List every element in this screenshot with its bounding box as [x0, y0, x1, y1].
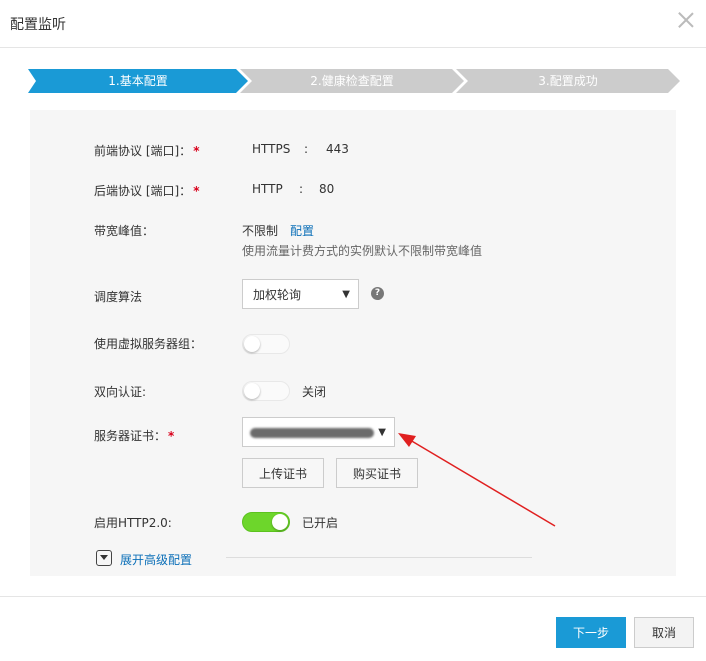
divider: [226, 557, 532, 558]
backend-port-separator: :: [299, 182, 304, 196]
cancel-button[interactable]: 取消: [634, 617, 694, 648]
dialog-title: 配置监听: [10, 17, 66, 33]
http2-label: 启用HTTP2.0:: [94, 516, 172, 530]
close-icon[interactable]: [676, 10, 696, 30]
chevron-down-icon[interactable]: [96, 550, 112, 566]
mutual-auth-label: 双向认证:: [94, 385, 147, 399]
step-2-label: 2.健康检查配置: [310, 74, 394, 88]
required-mark: *: [193, 184, 200, 198]
frontend-port-separator: :: [304, 142, 309, 156]
chevron-down-icon: ▼: [378, 427, 386, 438]
bandwidth-config-link[interactable]: 配置: [290, 222, 314, 239]
vserver-group-label: 使用虚拟服务器组：: [94, 337, 203, 351]
backend-protocol-label: 后端协议 [端口]： *: [94, 184, 200, 198]
step-1: 1.基本配置: [28, 69, 248, 93]
frontend-port-value: 443: [326, 142, 349, 156]
bandwidth-hint: 使用流量计费方式的实例默认不限制带宽峰值: [242, 244, 483, 258]
step-3: 3.配置成功: [456, 69, 680, 93]
scheduler-select[interactable]: 加权轮询 ▼: [242, 279, 359, 309]
vserver-group-toggle[interactable]: [242, 334, 290, 354]
step-1-label: 1.基本配置: [108, 74, 168, 88]
toggle-knob: [272, 514, 288, 530]
toggle-knob: [244, 336, 260, 352]
frontend-protocol-value: HTTPS: [252, 142, 291, 156]
config-listener-dialog: 配置监听 1.基本配置 2.健康检查配置 3.配置成功 前端协议 [端口]： * …: [0, 0, 706, 661]
server-cert-label: 服务器证书： *: [94, 429, 175, 443]
http2-state: 已开启: [302, 516, 339, 530]
toggle-knob: [244, 383, 260, 399]
step-2: 2.健康检查配置: [240, 69, 464, 93]
expand-advanced-link[interactable]: 展开高级配置: [120, 551, 192, 568]
chevron-down-icon: ▼: [342, 289, 350, 300]
http2-toggle[interactable]: [242, 512, 290, 532]
dialog-header: 配置监听: [0, 0, 706, 48]
step-progress: 1.基本配置 2.健康检查配置 3.配置成功: [28, 69, 680, 93]
help-icon[interactable]: ?: [371, 287, 384, 300]
annotation-arrow-icon: [398, 433, 556, 527]
frontend-protocol-label: 前端协议 [端口]： *: [94, 144, 200, 158]
bandwidth-value: 不限制: [242, 224, 279, 238]
scheduler-label: 调度算法: [94, 290, 143, 304]
step-3-label: 3.配置成功: [538, 74, 598, 88]
footer-divider: [0, 596, 706, 597]
redacted-cert-name: [250, 428, 374, 438]
bandwidth-label: 带宽峰值：: [94, 224, 155, 238]
backend-protocol-value: HTTP: [252, 182, 283, 196]
upload-cert-button[interactable]: 上传证书: [242, 458, 324, 488]
mutual-auth-state: 关闭: [302, 385, 327, 399]
mutual-auth-toggle[interactable]: [242, 381, 290, 401]
scheduler-selected-value: 加权轮询: [253, 288, 302, 302]
next-step-button[interactable]: 下一步: [556, 617, 626, 648]
required-mark: *: [193, 144, 200, 158]
required-mark: *: [168, 429, 175, 443]
backend-port-value: 80: [319, 182, 335, 196]
